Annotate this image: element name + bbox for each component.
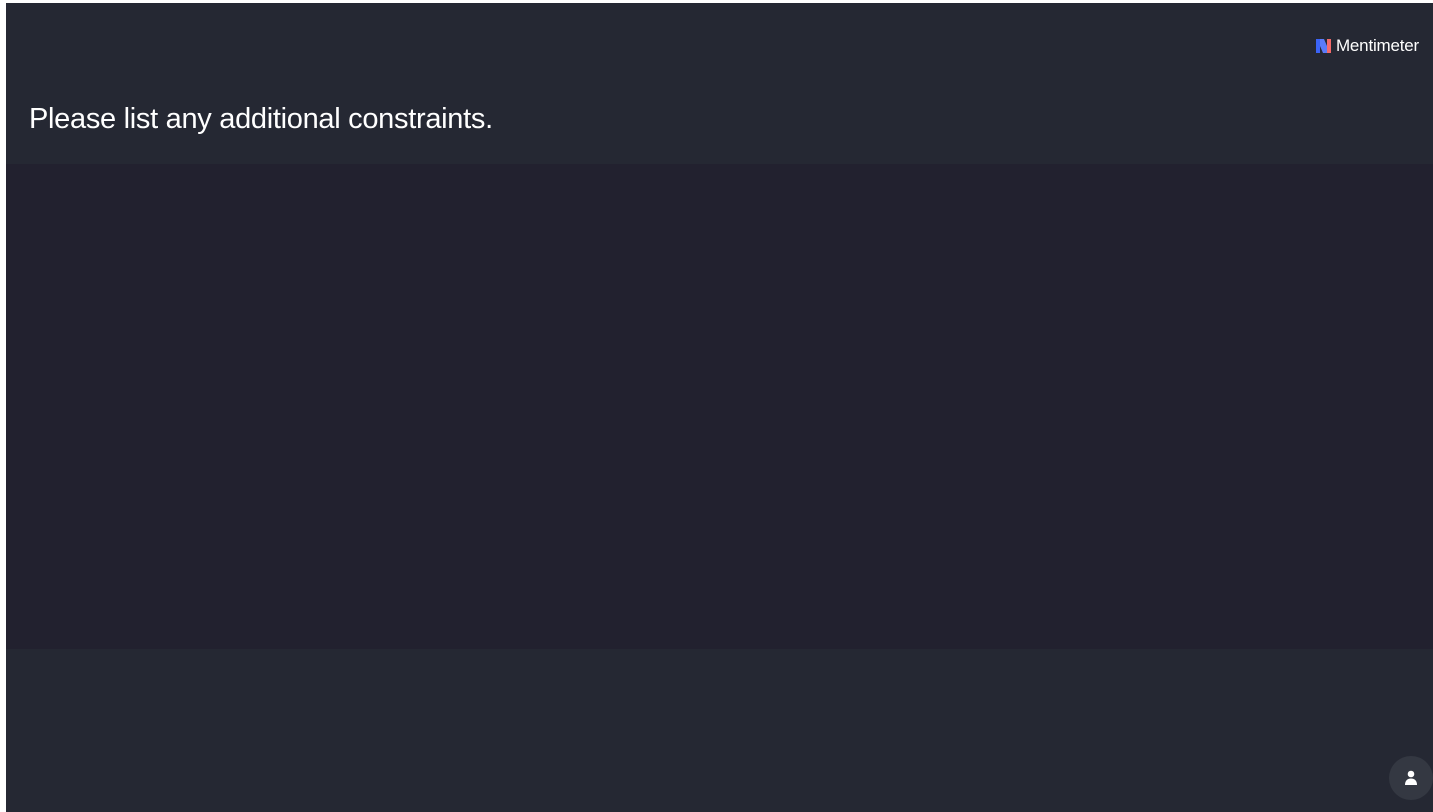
mentimeter-logo-icon [1315, 39, 1331, 53]
participant-button[interactable] [1389, 756, 1433, 800]
response-area [6, 164, 1433, 649]
brand-name: Mentimeter [1335, 36, 1419, 55]
slide-header: Mentimeter Please list any additional co… [6, 3, 1433, 164]
brand-logo: Mentimeter [1315, 36, 1419, 56]
person-icon [1405, 770, 1417, 785]
question-title: Please list any additional constraints. [29, 103, 493, 135]
slide-footer [6, 649, 1433, 812]
presentation-slide: Mentimeter Please list any additional co… [6, 3, 1433, 812]
